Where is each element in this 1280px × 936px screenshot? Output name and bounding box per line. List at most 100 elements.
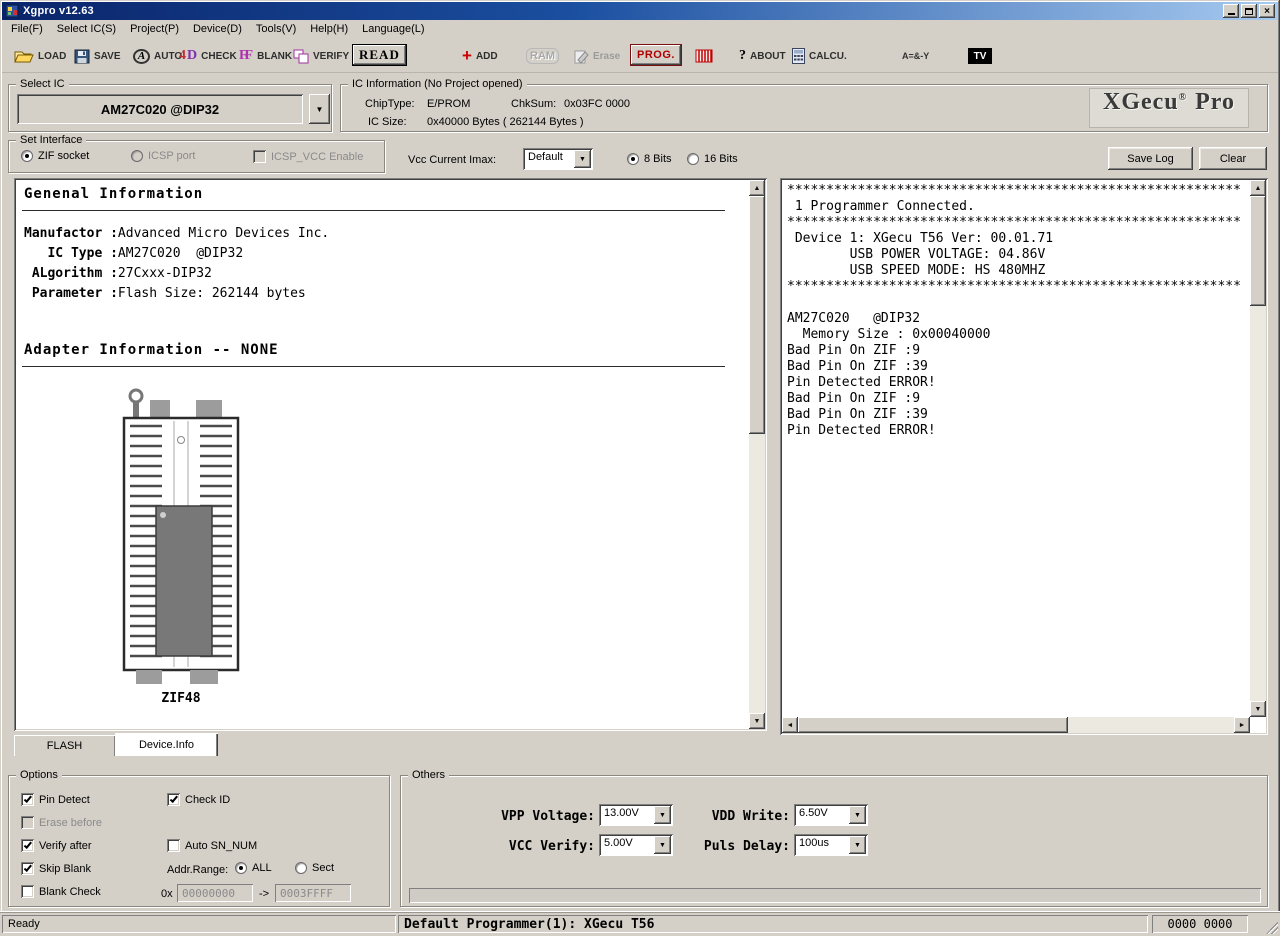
blank-button[interactable]: FF BLANK	[239, 44, 292, 68]
log-panel[interactable]: ****************************************…	[780, 178, 1268, 735]
checkbox-icon	[253, 150, 266, 163]
bits8-label: 8 Bits	[644, 153, 672, 165]
ic-size-value: 0x40000 Bytes ( 262144 Bytes )	[427, 116, 584, 128]
menu-help[interactable]: Help(H)	[303, 21, 355, 37]
menu-tools[interactable]: Tools(V)	[249, 21, 303, 37]
manufacturer-row: Manufactor :Advanced Micro Devices Inc.	[24, 224, 329, 244]
erase-before-checkbox[interactable]: Erase before	[21, 816, 102, 829]
bits8-radio[interactable]: 8 Bits	[627, 153, 672, 165]
minimize-button[interactable]	[1223, 4, 1239, 18]
left-panel-scrollbar[interactable]: ▲ ▼	[749, 180, 765, 729]
menu-select-ic[interactable]: Select IC(S)	[50, 21, 123, 37]
selected-ic-field[interactable]: AM27C020 @DIP32	[17, 94, 303, 124]
add-button[interactable]: + ADD	[462, 44, 498, 68]
auto-button[interactable]: A AUTO	[133, 44, 182, 68]
verify-after-checkbox[interactable]: Verify after	[21, 839, 92, 852]
vcc-verify-value: 5.00V	[599, 834, 652, 856]
scrollbar-thumb[interactable]	[749, 196, 765, 434]
select-ic-dropdown-button[interactable]: ▼	[309, 94, 330, 124]
scroll-left-icon: ◄	[787, 722, 794, 729]
log-vertical-scrollbar[interactable]: ▲ ▼	[1250, 180, 1266, 717]
clear-button[interactable]: Clear	[1199, 147, 1267, 170]
resize-grip[interactable]	[1266, 922, 1278, 934]
skip-blank-checkbox[interactable]: Skip Blank	[21, 862, 91, 875]
addr-to-field[interactable]: 0003FFFF	[275, 884, 351, 902]
blank-check-checkbox[interactable]: Blank Check	[21, 885, 101, 898]
menu-bar: File(F) Select IC(S) Project(P) Device(D…	[2, 20, 1278, 38]
options-group: Options Pin Detect Check ID Erase before…	[8, 775, 390, 907]
scroll-left-button[interactable]: ◄	[782, 717, 798, 733]
about-button[interactable]: ? ABOUT	[739, 44, 786, 68]
puls-delay-combo[interactable]: 100us ▼	[794, 834, 868, 856]
scroll-up-button[interactable]: ▲	[1250, 180, 1266, 196]
zif-socket-radio[interactable]: ZIF socket	[21, 150, 89, 162]
icsp-vcc-checkbox[interactable]: ICSP_VCC Enable	[253, 150, 363, 163]
radio-icon	[21, 150, 33, 162]
check-mark-icon	[23, 794, 31, 803]
verify-button[interactable]: VERIFY	[293, 44, 349, 68]
prog-button[interactable]: PROG.	[630, 44, 682, 66]
minimize-icon	[1228, 7, 1235, 15]
load-button[interactable]: LOAD	[14, 44, 66, 68]
check-button[interactable]: 4D CHECK	[179, 44, 237, 68]
app-window: Xgpro v12.63 × File(F) Select IC(S) Proj…	[0, 0, 1280, 936]
calcu-button[interactable]: CALCU.	[792, 44, 847, 68]
vcc-current-combo[interactable]: Default ▼	[523, 148, 593, 170]
ram-button[interactable]: RAM	[526, 44, 559, 68]
select-ic-group: Select IC AM27C020 @DIP32 ▼	[8, 84, 332, 132]
progress-bar	[409, 888, 1261, 903]
tab-flash[interactable]: FLASH	[14, 735, 115, 756]
checkbox-icon	[21, 816, 34, 829]
vdd-write-combo[interactable]: 6.50V ▼	[794, 804, 868, 826]
checkbox-icon	[21, 839, 34, 852]
hex-prefix-label: 0x	[161, 888, 173, 900]
vdd-write-label: VDD Write:	[656, 809, 790, 824]
erase-button[interactable]: Erase	[574, 44, 620, 68]
check-mark-icon	[23, 863, 31, 872]
read-button[interactable]: READ	[352, 44, 407, 66]
save-log-button[interactable]: Save Log	[1108, 147, 1193, 170]
menu-language[interactable]: Language(L)	[355, 21, 431, 37]
logic-test-button[interactable]: A=&-Y	[902, 44, 929, 68]
check-id-icon: 4	[179, 48, 186, 64]
erase-label: Erase	[593, 51, 620, 62]
scrollbar-thumb[interactable]	[798, 717, 1068, 733]
tv-button[interactable]: TV	[968, 44, 992, 68]
addr-sect-radio[interactable]: Sect	[295, 862, 334, 874]
verify-label: VERIFY	[313, 51, 349, 62]
close-button[interactable]: ×	[1259, 4, 1275, 18]
divider	[22, 210, 725, 211]
pin-detect-checkbox[interactable]: Pin Detect	[21, 793, 90, 806]
scroll-right-button[interactable]: ►	[1234, 717, 1250, 733]
field-label: IC Type :	[24, 246, 118, 261]
chevron-down-icon: ▼	[849, 806, 866, 824]
tab-device-info[interactable]: Device.Info	[115, 733, 218, 756]
floppy-disk-icon	[74, 49, 90, 64]
check-id-checkbox[interactable]: Check ID	[167, 793, 230, 806]
scroll-up-icon: ▲	[754, 185, 761, 192]
menu-device[interactable]: Device(D)	[186, 21, 249, 37]
menu-project[interactable]: Project(P)	[123, 21, 186, 37]
menu-file[interactable]: File(F)	[4, 21, 50, 37]
question-mark-icon: ?	[739, 48, 746, 64]
window-controls: ×	[1223, 4, 1275, 18]
scroll-up-button[interactable]: ▲	[749, 180, 765, 196]
icsp-port-radio[interactable]: ICSP port	[131, 150, 196, 162]
chevron-down-icon: ▼	[316, 105, 324, 114]
scrollbar-thumb[interactable]	[1250, 196, 1266, 306]
chip-button[interactable]	[694, 44, 714, 68]
addr-all-radio[interactable]: ALL	[235, 862, 272, 874]
maximize-button[interactable]	[1241, 4, 1257, 18]
logo-suffix: Pro	[1195, 89, 1235, 116]
algorithm-row: ALgorithm :27Cxxx-DIP32	[24, 264, 329, 284]
addr-from-field[interactable]: 00000000	[177, 884, 253, 902]
radio-icon	[235, 862, 247, 874]
log-horizontal-scrollbar[interactable]: ◄ ►	[782, 717, 1250, 733]
scroll-down-button[interactable]: ▼	[1250, 701, 1266, 717]
scroll-down-button[interactable]: ▼	[749, 713, 765, 729]
adapter-information-title: Adapter Information -- NONE	[24, 342, 279, 358]
save-button[interactable]: SAVE	[74, 44, 121, 68]
auto-sn-checkbox[interactable]: Auto SN_NUM	[167, 839, 257, 852]
status-programmer: Default Programmer(1): XGecu T56	[398, 915, 1148, 933]
bits16-radio[interactable]: 16 Bits	[687, 153, 738, 165]
